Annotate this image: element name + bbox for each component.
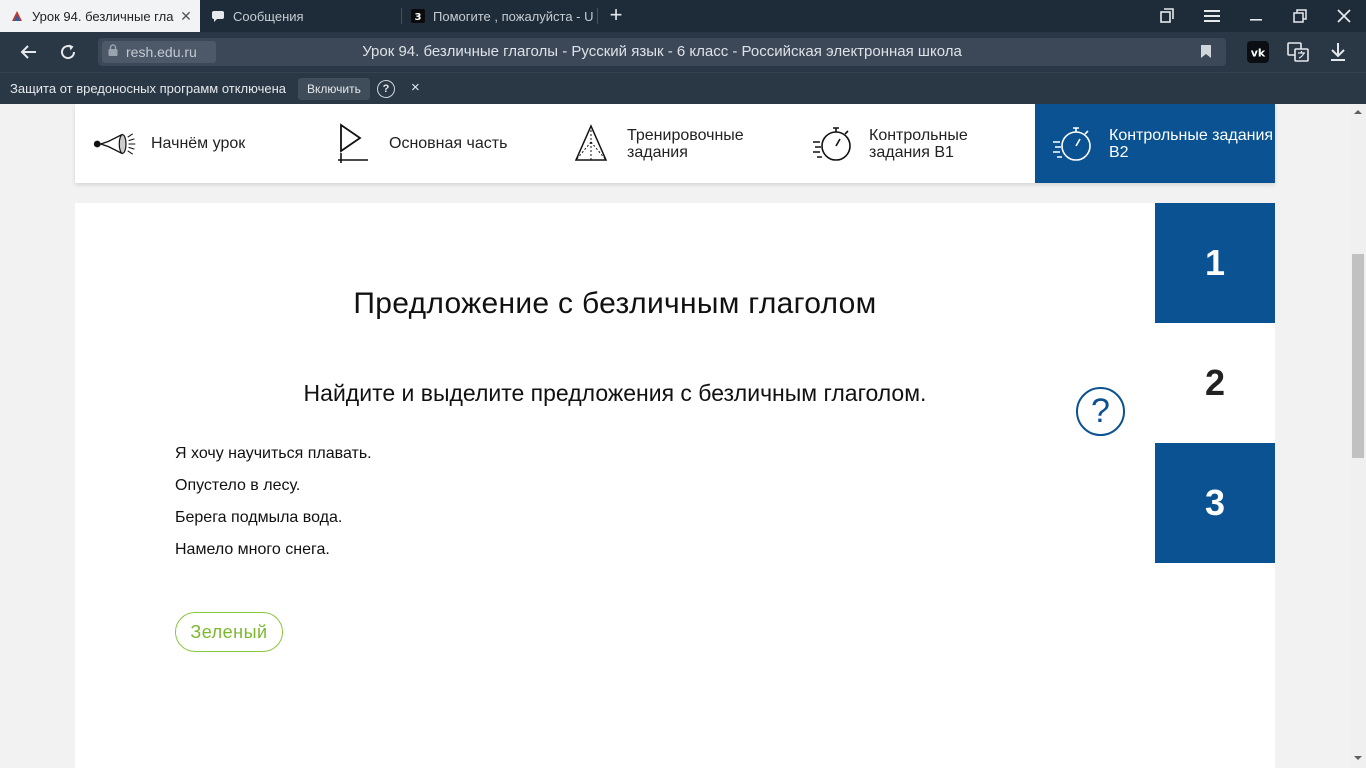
nav-label: Начнём урок bbox=[151, 135, 246, 152]
svg-text:3: 3 bbox=[415, 12, 422, 23]
stopwatch-icon bbox=[811, 122, 855, 166]
close-window-icon[interactable] bbox=[1332, 4, 1356, 28]
highlight-color-button[interactable]: Зеленый bbox=[175, 612, 283, 652]
tab-messages[interactable]: Сообщения bbox=[201, 0, 401, 32]
tab-title: Урок 94. безличные гла bbox=[32, 8, 174, 24]
nav-label: Основная часть bbox=[389, 135, 508, 152]
task-tab-2[interactable]: 2 bbox=[1155, 323, 1275, 443]
lesson-nav: Начнём урок Основная часть Тренировочные… bbox=[75, 104, 1275, 183]
minimize-icon[interactable] bbox=[1244, 4, 1268, 28]
sentence-item[interactable]: Берега подмыла вода. bbox=[175, 507, 372, 539]
znanija-favicon-icon: 3 bbox=[411, 9, 425, 23]
scroll-thumb[interactable] bbox=[1352, 254, 1364, 458]
security-infobar: Защита от вредоносных программ отключена… bbox=[0, 72, 1366, 104]
nav-control-b1[interactable]: Контрольные задания В1 bbox=[811, 104, 1031, 183]
nav-main-part[interactable]: Основная часть bbox=[331, 104, 551, 183]
task-number-tabs: 1 2 3 bbox=[1155, 203, 1275, 563]
megaphone-icon bbox=[93, 122, 137, 166]
sentence-item[interactable]: Намело много снега. bbox=[175, 539, 372, 571]
page-viewport: Начнём урок Основная часть Тренировочные… bbox=[0, 104, 1350, 768]
tab-title: Сообщения bbox=[233, 8, 304, 24]
close-tab-icon[interactable]: ✕ bbox=[178, 8, 194, 25]
scroll-down-icon[interactable] bbox=[1354, 754, 1362, 762]
vk-icon[interactable]: vk bbox=[1246, 40, 1270, 64]
back-arrow-icon[interactable] bbox=[16, 40, 40, 64]
restore-icon[interactable] bbox=[1288, 4, 1312, 28]
task-tab-3[interactable]: 3 bbox=[1155, 443, 1275, 563]
nav-training-tasks[interactable]: Тренировочные задания bbox=[569, 104, 789, 183]
scroll-up-icon[interactable] bbox=[1354, 108, 1362, 116]
help-icon[interactable]: ? bbox=[377, 80, 395, 98]
menu-icon[interactable] bbox=[1200, 4, 1224, 28]
reload-icon[interactable] bbox=[56, 40, 80, 64]
sentence-item[interactable]: Я хочу научиться плавать. bbox=[175, 443, 372, 475]
svg-text:vk: vk bbox=[1251, 47, 1266, 60]
tab-manager-icon[interactable] bbox=[1155, 4, 1179, 28]
nav-label: Контрольные задания В1 bbox=[869, 126, 968, 161]
play-icon bbox=[331, 122, 375, 166]
tab-znanija[interactable]: 3 Помогите , пожалуйста - U bbox=[401, 0, 601, 32]
enable-protection-button[interactable]: Включить bbox=[298, 78, 370, 100]
nav-start-lesson[interactable]: Начнём урок bbox=[93, 104, 313, 183]
download-icon[interactable] bbox=[1326, 40, 1350, 64]
stopwatch-icon bbox=[1051, 122, 1095, 166]
address-page-title: Урок 94. безличные глаголы - Русский язы… bbox=[362, 43, 962, 60]
question-icon[interactable]: ? bbox=[1076, 387, 1125, 436]
task-title: Предложение с безличным глаголом bbox=[353, 287, 877, 320]
sentence-list: Я хочу научиться плавать. Опустело в лес… bbox=[175, 443, 372, 571]
nav-control-b2[interactable]: Контрольные задания В2 bbox=[1035, 104, 1275, 183]
omnibox[interactable]: resh.edu.ru Урок 94. безличные глаголы -… bbox=[98, 38, 1226, 66]
close-infobar-icon[interactable]: × bbox=[411, 79, 420, 96]
sentence-item[interactable]: Опустело в лесу. bbox=[175, 475, 372, 507]
page-scrollbar[interactable] bbox=[1350, 104, 1366, 768]
tab-title: Помогите , пожалуйста - U bbox=[433, 8, 594, 24]
resh-favicon-icon bbox=[10, 9, 24, 23]
translate-icon[interactable] bbox=[1286, 40, 1310, 64]
tab-lesson[interactable]: Урок 94. безличные гла ✕ bbox=[0, 0, 200, 32]
tab-separator bbox=[597, 8, 598, 24]
infobar-message: Защита от вредоносных программ отключена bbox=[10, 81, 287, 96]
bookmark-icon[interactable] bbox=[1200, 44, 1212, 64]
chat-bubble-icon bbox=[211, 9, 225, 23]
nav-label: Контрольные задания В2 bbox=[1109, 126, 1274, 161]
address-bar: resh.edu.ru Урок 94. безличные глаголы -… bbox=[0, 32, 1366, 72]
new-tab-button[interactable]: + bbox=[606, 4, 626, 26]
task-instruction: Найдите и выделите предложения с безличн… bbox=[303, 380, 927, 406]
pyramid-icon bbox=[569, 122, 613, 166]
nav-label: Тренировочные задания bbox=[627, 126, 744, 161]
task-tab-1[interactable]: 1 bbox=[1155, 203, 1275, 323]
tab-bar: Урок 94. безличные гла ✕ Сообщения 3 Пом… bbox=[0, 0, 1366, 32]
task-card: Предложение с безличным глаголом Найдите… bbox=[75, 203, 1275, 768]
